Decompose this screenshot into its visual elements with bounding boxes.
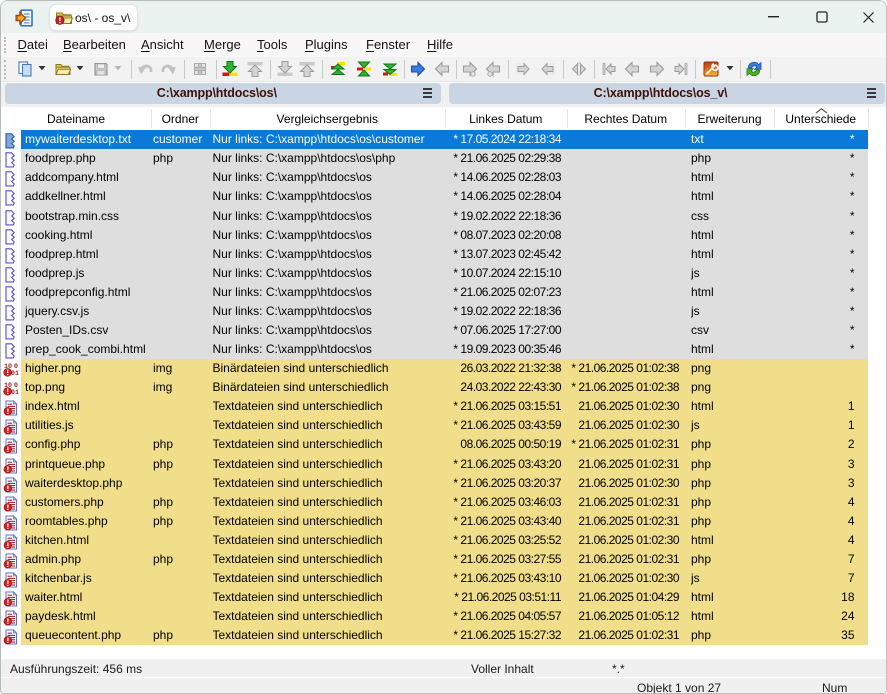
svg-text:01: 01 <box>11 370 19 377</box>
svg-text:01: 01 <box>11 389 19 396</box>
svg-text:0: 0 <box>14 363 18 370</box>
svg-text:0: 0 <box>14 382 18 389</box>
